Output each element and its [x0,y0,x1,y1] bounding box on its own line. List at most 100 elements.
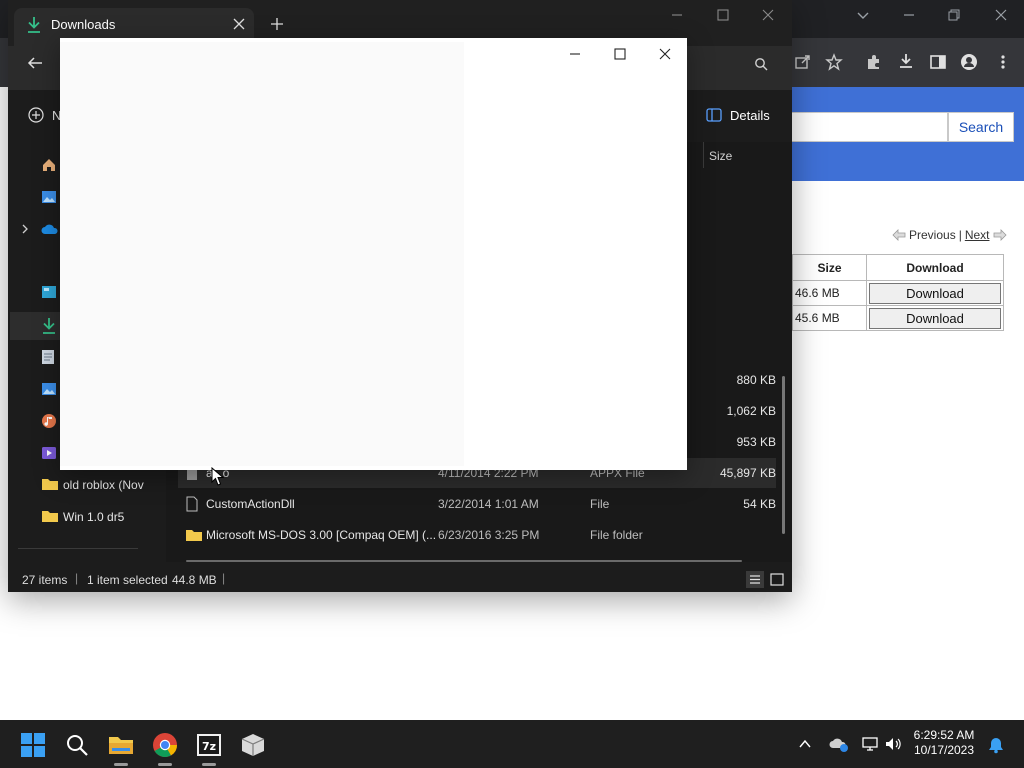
popup-maximize-icon[interactable] [613,47,627,61]
selected-size: 44.8 MB [172,573,217,587]
size-column-header: Size [792,254,867,281]
gallery-icon[interactable] [41,189,57,205]
file-size: 880 KB [736,373,776,387]
previous-link[interactable]: Previous [909,228,956,242]
file-size: 953 KB [736,435,776,449]
browser-restore-icon[interactable] [946,7,962,23]
running-indicator [158,763,172,766]
clock-date: 10/17/2023 [913,743,975,757]
side-panel-icon[interactable] [929,53,947,71]
tab-title: Downloads [51,17,116,32]
desktop-icon[interactable] [41,285,57,299]
browser-menu-icon[interactable] [994,53,1012,71]
running-indicator [202,763,216,766]
taskbar-search-icon[interactable] [64,732,90,758]
new-tab-plus-icon[interactable] [270,17,284,31]
file-icon [186,496,198,512]
file-size: 1,062 KB [726,404,776,418]
show-hidden-icons-chevron-icon[interactable] [797,737,813,751]
file-size: 54 KB [743,497,776,511]
file-explorer-taskbar-icon[interactable] [108,732,134,758]
browser-downloads-icon[interactable] [897,52,915,70]
chrome-taskbar-icon[interactable] [152,732,178,758]
file-name: CustomActionDll [206,497,295,511]
file-name: Microsoft MS-DOS 3.00 [Compaq OEM] (... [206,528,437,542]
new-plus-circle-icon[interactable] [28,107,44,123]
onedrive-tray-icon[interactable] [829,736,849,752]
file-type: File [590,497,610,511]
tab-search-chevron-icon[interactable] [855,7,871,23]
blank-popup-window[interactable] [60,38,687,470]
explorer-close-icon[interactable] [761,8,775,22]
notification-bell-icon[interactable] [988,736,1004,754]
svg-text:7z: 7z [202,740,216,753]
share-icon[interactable] [794,53,812,71]
pagination: Previous | Next [892,228,1007,242]
previous-arrow-icon[interactable] [892,229,906,241]
file-size: 45,897 KB [719,466,776,480]
pictures-icon[interactable] [41,381,57,397]
file-type: File folder [590,528,643,542]
profile-avatar-icon[interactable] [960,53,978,71]
bookmark-star-icon[interactable] [825,53,843,71]
table-header-row: Size Download [792,254,1004,281]
next-link[interactable]: Next [965,228,990,242]
downloads-nav-icon[interactable] [41,317,57,335]
expand-chevron-icon[interactable] [20,223,30,235]
close-tab-icon[interactable] [232,17,246,31]
tiles-view-icon[interactable] [768,571,786,588]
system-clock[interactable]: 6:29:52 AM 10/17/2023 [900,728,988,758]
download-column-header: Download [866,254,1004,281]
nav-folder-label[interactable]: old roblox (Nov [63,478,144,492]
explorer-maximize-icon[interactable] [716,8,730,22]
list-item[interactable]: CustomActionDll 3/22/2014 1:01 AM File 5… [178,489,776,519]
music-icon[interactable] [41,413,57,429]
documents-icon[interactable] [41,349,55,365]
download-button[interactable]: Download [869,307,1001,329]
onedrive-cloud-icon[interactable] [41,222,59,236]
taskbar: 7z [0,720,1024,768]
size-cell: 46.6 MB [792,280,867,306]
explorer-search-icon[interactable] [754,57,768,71]
vertical-scrollbar[interactable] [782,376,785,534]
downloads-tab-icon [26,16,42,34]
7zip-taskbar-icon[interactable]: 7z [196,732,222,758]
home-icon[interactable] [41,157,57,173]
nav-divider [18,548,138,549]
back-arrow-icon[interactable] [26,55,44,71]
site-search-button[interactable]: Search [948,112,1014,142]
size-cell: 45.6 MB [792,305,867,331]
next-arrow-icon[interactable] [993,229,1007,241]
popup-close-icon[interactable] [658,47,672,61]
item-count: 27 items [22,573,68,587]
status-separator: | [222,571,226,585]
site-search-input[interactable] [792,112,948,142]
popup-content-area [60,42,464,466]
size-column-header[interactable]: Size [709,149,732,163]
browser-close-icon[interactable] [993,7,1009,23]
videos-icon[interactable] [41,445,57,461]
file-date: 6/23/2016 3:25 PM [438,528,540,542]
table-row: 46.6 MB Download [792,280,1004,306]
popup-minimize-icon[interactable] [568,47,582,61]
browser-minimize-icon[interactable] [901,7,917,23]
column-divider[interactable] [703,142,704,168]
details-pane-icon[interactable] [706,108,722,122]
details-button[interactable]: Details [730,108,770,123]
network-icon[interactable] [861,736,879,752]
download-button[interactable]: Download [869,282,1001,304]
extensions-puzzle-icon[interactable] [865,53,883,71]
package-box-icon[interactable] [240,732,266,758]
mouse-cursor-icon [211,467,225,487]
explorer-minimize-icon[interactable] [670,8,684,22]
folder-icon[interactable] [41,509,59,523]
list-item[interactable]: Microsoft MS-DOS 3.00 [Compaq OEM] (... … [178,520,776,550]
horizontal-scrollbar[interactable] [186,560,742,562]
selected-count: 1 item selected [87,573,168,587]
status-separator: | [75,571,79,585]
start-windows-icon[interactable] [20,732,46,758]
nav-folder-label[interactable]: Win 1.0 dr5 [63,510,124,524]
details-view-icon[interactable] [746,571,764,588]
folder-icon[interactable] [41,477,59,491]
status-bar: 27 items | 1 item selected 44.8 MB | [8,567,792,592]
